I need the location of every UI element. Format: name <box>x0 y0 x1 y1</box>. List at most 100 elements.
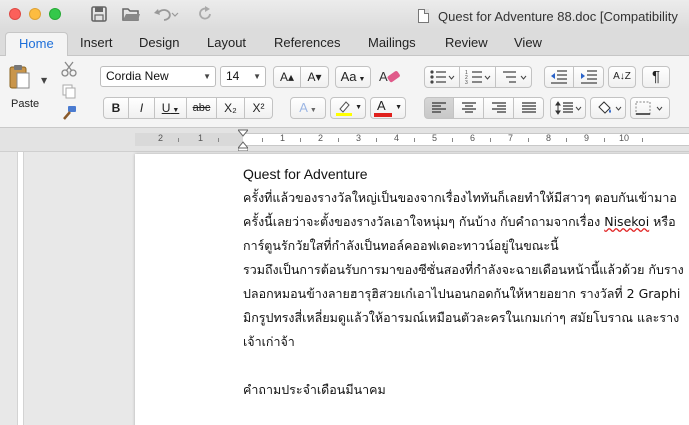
justify-icon <box>521 102 536 113</box>
ribbon-tabs: Home Insert Design Layout References Mai… <box>0 29 689 57</box>
indent-buttons <box>544 66 604 88</box>
document-body[interactable]: Quest for Adventure ครั้งที่แล้วของรางวั… <box>243 162 689 402</box>
indent-marker-icon[interactable] <box>238 129 248 151</box>
sort-icon: A↓Z <box>613 71 631 82</box>
borders-button[interactable] <box>630 97 670 119</box>
ruler-number: 9 <box>584 133 590 143</box>
svg-text:A: A <box>379 69 388 84</box>
clear-formatting-icon[interactable]: A <box>378 67 402 87</box>
show-formatting-marks-button[interactable]: ¶ <box>642 66 670 88</box>
change-case-chevron-icon: ▼ <box>356 76 366 83</box>
undo-icon[interactable] <box>153 5 179 23</box>
close-window-button[interactable] <box>9 8 21 20</box>
bullets-button[interactable] <box>424 66 460 88</box>
bullet-list-icon <box>430 70 455 84</box>
paste-options-chevron-icon[interactable]: ▼ <box>41 76 47 85</box>
format-painter-icon[interactable] <box>61 105 77 121</box>
tab-references[interactable]: References <box>274 35 340 50</box>
document-line: Quest for Adventure <box>243 166 368 182</box>
title-bar: Quest for Adventure 88.doc [Compatibilit… <box>0 0 689 29</box>
font-color-button[interactable]: A ▼ <box>370 97 406 119</box>
font-size-select[interactable]: 14 ▼ <box>220 66 266 87</box>
tab-design[interactable]: Design <box>139 35 179 50</box>
document-line: ครั้งที่แล้วของรางวัลใหญ่เป็นของจากเรื่อ… <box>243 190 677 205</box>
sort-button[interactable]: A↓Z <box>608 66 636 88</box>
decrease-indent-icon <box>551 70 567 84</box>
numbering-button[interactable]: 123 <box>460 66 496 88</box>
document-line: การ์ตูนรักวัยใสที่กำลังเป็นทอล์คออฟเดอะท… <box>243 238 559 253</box>
document-line: ปลอกหมอนข้างลายฮารุฮิสวยเก๋เอาไปนอนกอดกั… <box>243 286 681 301</box>
document-line: รวมถึงเป็นการต้อนรับการมาของซีซั่นสองที่… <box>243 262 684 277</box>
subscript-button[interactable]: X₂ <box>217 97 245 119</box>
tab-review[interactable]: Review <box>445 35 488 50</box>
multilevel-list-icon <box>502 71 526 83</box>
paste-button-label[interactable]: Paste <box>11 98 39 110</box>
align-right-icon <box>491 102 506 113</box>
misspelled-word[interactable]: Nisekoi <box>604 214 649 229</box>
align-center-button[interactable] <box>454 97 484 119</box>
ruler-number: 4 <box>394 133 400 143</box>
zoom-window-button[interactable] <box>49 8 61 20</box>
vertical-ruler[interactable] <box>17 152 24 425</box>
ruler-number: 3 <box>356 133 362 143</box>
redo-icon[interactable] <box>198 5 214 23</box>
cut-icon[interactable] <box>61 61 77 77</box>
text-effects-chevron-icon: ▼ <box>307 107 317 114</box>
align-left-button[interactable] <box>424 97 454 119</box>
document-line: คำถามประจำเดือนมีนาคม <box>243 382 386 397</box>
font-size-grow-shrink: A▴ A▾ <box>273 66 329 88</box>
tab-layout[interactable]: Layout <box>207 35 246 50</box>
align-center-icon <box>461 102 476 113</box>
ruler-number: 2 <box>318 133 324 143</box>
tab-mailings[interactable]: Mailings <box>368 35 416 50</box>
tab-insert[interactable]: Insert <box>80 35 113 50</box>
decrease-indent-button[interactable] <box>544 66 574 88</box>
document-title: Quest for Adventure 88.doc [Compatibilit… <box>418 6 678 25</box>
highlight-color-button[interactable]: ▼ <box>330 97 366 119</box>
ruler-number: 7 <box>508 133 514 143</box>
italic-button[interactable]: I <box>129 97 155 119</box>
increase-indent-button[interactable] <box>574 66 604 88</box>
bold-button[interactable]: B <box>103 97 129 119</box>
grow-font-button[interactable]: A▴ <box>273 66 301 88</box>
tab-view[interactable]: View <box>514 35 542 50</box>
font-color-chevron-icon: ▼ <box>395 104 402 111</box>
ruler-number: 1 <box>198 133 204 143</box>
minimize-window-button[interactable] <box>29 8 41 20</box>
multilevel-list-button[interactable] <box>496 66 532 88</box>
line-spacing-button[interactable] <box>550 97 586 119</box>
ruler-number: 1 <box>280 133 286 143</box>
tab-home[interactable]: Home <box>5 32 68 57</box>
borders-icon <box>635 101 663 115</box>
ruler-number: 8 <box>546 133 552 143</box>
open-folder-icon[interactable] <box>121 5 141 23</box>
underline-button[interactable]: U ▼ <box>155 97 187 119</box>
font-name-select[interactable]: Cordia New ▼ <box>100 66 216 87</box>
align-right-button[interactable] <box>484 97 514 119</box>
underline-chevron-icon: ▼ <box>170 107 180 114</box>
text-effects-button[interactable]: A ▼ <box>290 97 326 119</box>
justify-button[interactable] <box>514 97 544 119</box>
svg-text:3: 3 <box>465 80 468 85</box>
document-line: มิกรูปทรงสี่เหลี่ยมดูแล้วให้อารมณ์เหมือน… <box>243 310 680 325</box>
align-left-icon <box>432 102 446 113</box>
change-case-button[interactable]: Aa ▼ <box>335 66 371 88</box>
paste-icon[interactable] <box>9 64 31 90</box>
superscript-button[interactable]: X² <box>245 97 273 119</box>
horizontal-ruler[interactable]: 2 1 1 2 3 4 5 6 7 8 9 10 <box>0 128 689 152</box>
highlight-chevron-icon: ▼ <box>355 104 362 111</box>
increase-indent-icon <box>580 70 597 84</box>
shrink-font-button[interactable]: A▾ <box>301 66 329 88</box>
copy-icon[interactable] <box>61 83 77 99</box>
font-style-group: B I U ▼ abc X₂ X² <box>103 97 273 119</box>
line-spacing-icon <box>555 101 582 115</box>
font-color-swatch <box>374 113 392 117</box>
pilcrow-icon: ¶ <box>651 68 661 85</box>
strikethrough-button[interactable]: abc <box>187 97 217 119</box>
save-icon[interactable] <box>90 5 108 23</box>
alignment-buttons <box>424 97 544 119</box>
document-line: เจ้าเก่าจ้า <box>243 334 295 349</box>
shading-button[interactable] <box>590 97 626 119</box>
highlight-color-swatch <box>336 113 352 116</box>
